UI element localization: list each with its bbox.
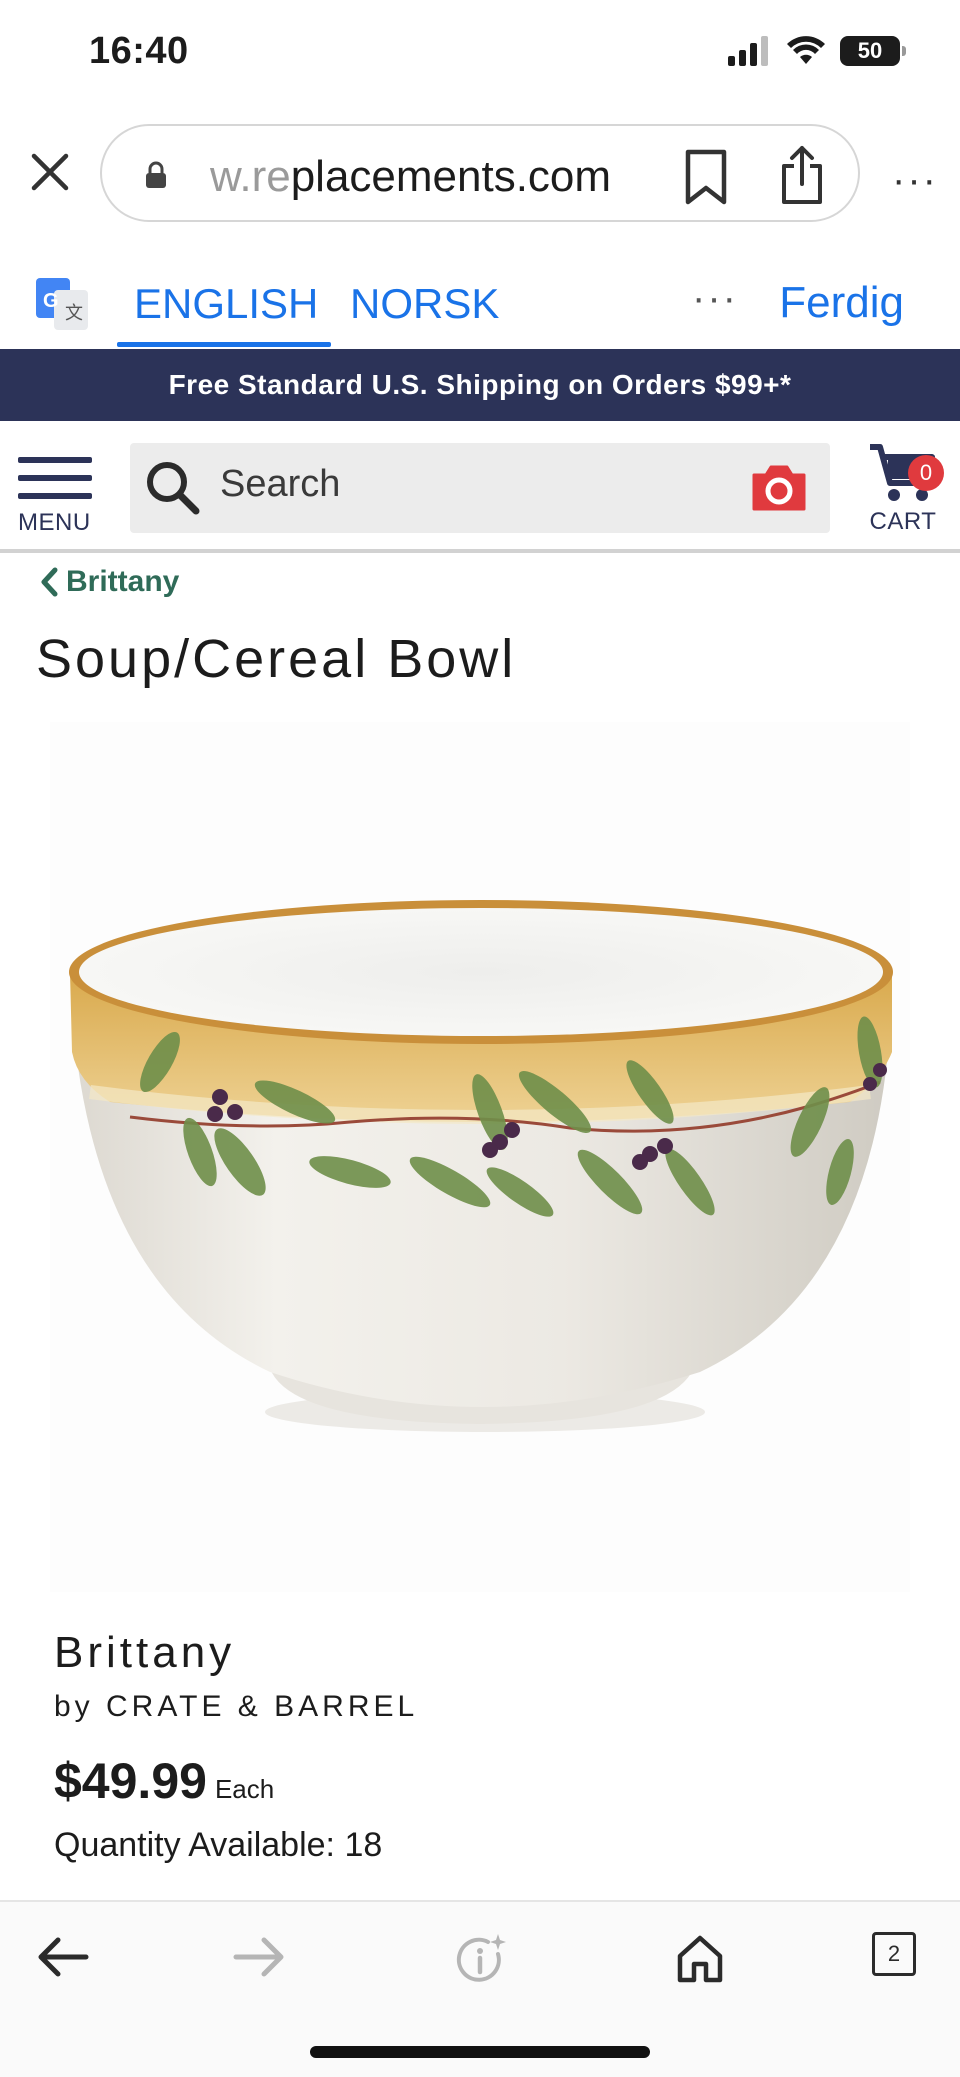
status-icons: 50 — [728, 36, 906, 66]
address-bar[interactable]: w.replacements.com — [100, 124, 860, 222]
status-bar: 16:40 50 — [0, 0, 960, 110]
active-tab-indicator — [117, 342, 331, 347]
translate-bar: G 文 ENGLISH NORSK ··· Ferdig — [0, 260, 960, 350]
back-arrow-icon[interactable] — [36, 1932, 90, 1982]
svg-text:文: 文 — [65, 303, 83, 324]
tabs-count-icon: 2 — [872, 1932, 916, 1976]
tab-norsk[interactable]: NORSK — [350, 280, 499, 328]
lock-icon — [146, 161, 166, 188]
home-indicator — [310, 2046, 650, 2058]
menu-label: MENU — [18, 509, 91, 536]
breadcrumb-label: Brittany — [66, 565, 180, 598]
url-text: w.replacements.com — [210, 152, 630, 202]
page-title: Soup/Cereal Bowl — [36, 629, 517, 689]
url-faded: w.re — [210, 152, 291, 201]
info-sparkle-icon[interactable] — [454, 1932, 510, 1988]
status-time: 16:40 — [89, 30, 189, 72]
tabs-button[interactable]: 2 — [872, 1932, 916, 1976]
wifi-icon — [787, 36, 825, 64]
hamburger-icon — [18, 457, 98, 499]
close-icon — [31, 153, 69, 191]
battery-icon: 50 — [840, 36, 906, 66]
search-input[interactable] — [220, 463, 690, 506]
price: $49.99 — [54, 1753, 207, 1809]
share-icon[interactable] — [778, 144, 826, 206]
price-unit: Each — [214, 1774, 275, 1804]
tab-english[interactable]: ENGLISH — [134, 280, 318, 328]
camera-icon[interactable] — [750, 463, 808, 513]
cart-count-badge: 0 — [908, 455, 944, 491]
breadcrumb[interactable]: Brittany — [40, 565, 179, 599]
browser-url-row: w.replacements.com ··· — [0, 118, 960, 228]
pattern-name[interactable]: Brittany — [54, 1628, 235, 1678]
search-icon — [147, 462, 200, 515]
search-box[interactable] — [130, 443, 830, 533]
site-header: MENU 0 CART — [0, 421, 960, 553]
bookmark-icon[interactable] — [682, 148, 730, 206]
translate-more-icon[interactable]: ··· — [692, 276, 738, 321]
signal-icon — [728, 36, 768, 66]
promo-banner[interactable]: Free Standard U.S. Shipping on Orders $9… — [0, 349, 960, 421]
quantity-available: Quantity Available: 18 — [54, 1826, 383, 1864]
price-row: $49.99 Each — [54, 1752, 274, 1810]
done-button[interactable]: Ferdig — [779, 278, 904, 328]
chevron-left-icon — [41, 567, 58, 597]
home-icon[interactable] — [674, 1932, 726, 1984]
cart-button[interactable]: 0 CART — [862, 441, 944, 536]
close-button[interactable] — [22, 144, 78, 200]
promo-text: Free Standard U.S. Shipping on Orders $9… — [168, 369, 792, 400]
more-icon[interactable]: ··· — [892, 158, 938, 203]
cart-label: CART — [869, 508, 937, 535]
svg-text:G: G — [43, 290, 59, 312]
product-image[interactable] — [50, 722, 910, 1592]
google-translate-icon[interactable]: G 文 — [36, 278, 90, 332]
menu-button[interactable]: MENU — [18, 457, 98, 537]
forward-arrow-icon[interactable] — [232, 1932, 286, 1982]
url-main: placements.com — [290, 152, 612, 201]
bowl-illustration — [69, 900, 893, 1432]
manufacturer[interactable]: by CRATE & BARREL — [54, 1690, 418, 1724]
